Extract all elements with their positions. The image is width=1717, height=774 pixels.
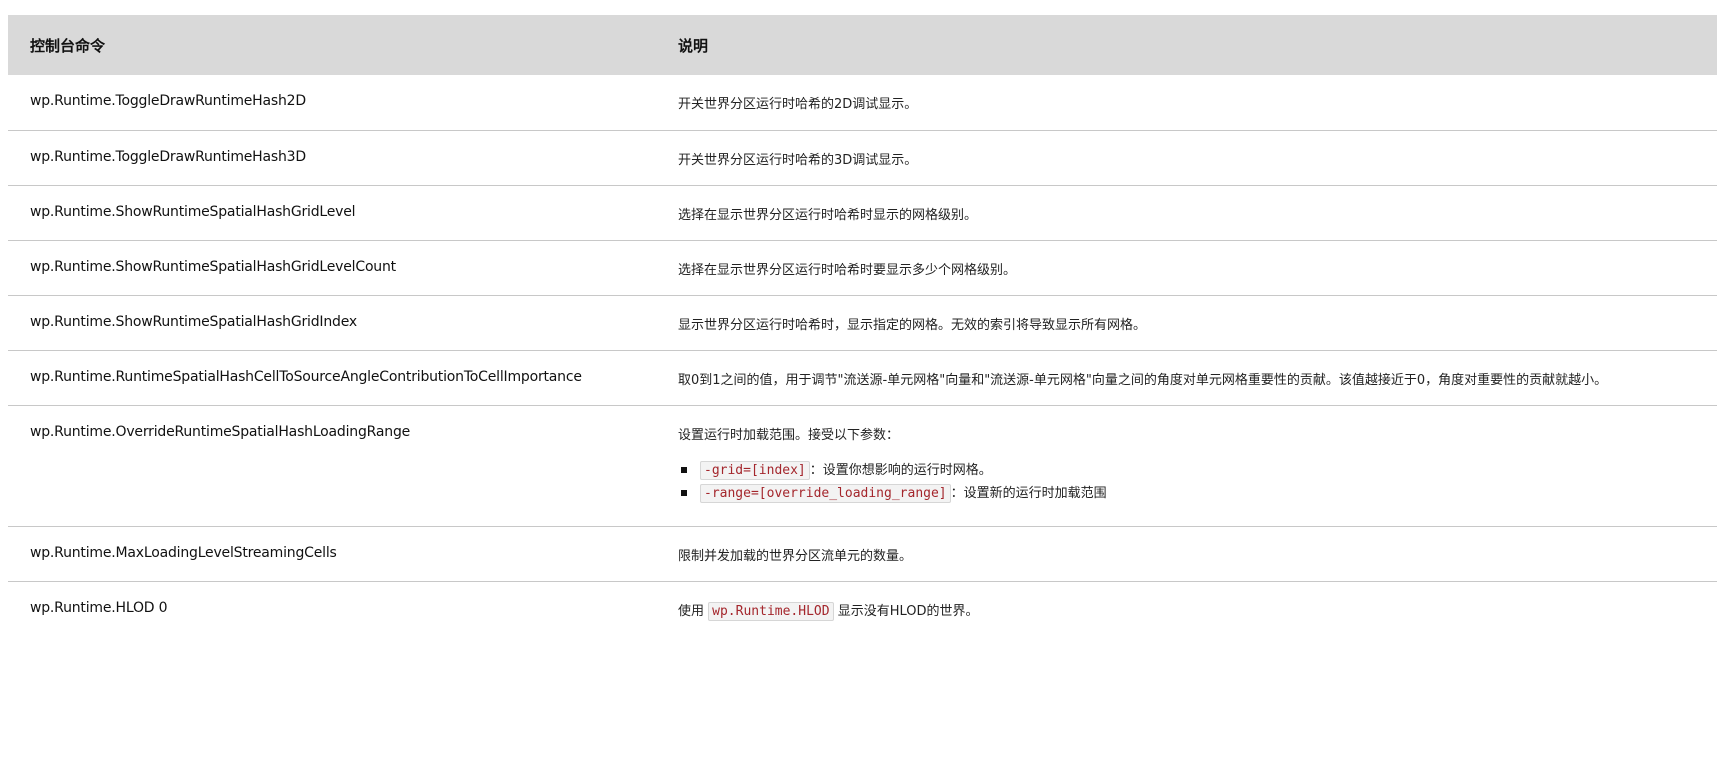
table-row: wp.Runtime.ShowRuntimeSpatialHashGridLev… (8, 240, 1717, 295)
table-row: wp.Runtime.ToggleDrawRuntimeHash2D 开关世界分… (8, 75, 1717, 130)
command-cell: wp.Runtime.OverrideRuntimeSpatialHashLoa… (30, 423, 411, 440)
command-cell: wp.Runtime.ToggleDrawRuntimeHash2D (30, 93, 306, 109)
description-cell: 限制并发加载的世界分区流单元的数量。 (678, 548, 913, 564)
inline-code: wp.Runtime.HLOD (708, 601, 834, 621)
table-row: wp.Runtime.ShowRuntimeSpatialHashGridLev… (8, 185, 1717, 240)
table-row: wp.Runtime.MaxLoadingLevelStreamingCells… (8, 526, 1717, 581)
table-row: wp.Runtime.RuntimeSpatialHashCellToSourc… (8, 350, 1717, 405)
table-row: wp.Runtime.ShowRuntimeSpatialHashGridInd… (8, 295, 1717, 350)
header-description: 说明 (678, 37, 709, 55)
table-row: wp.Runtime.OverrideRuntimeSpatialHashLoa… (8, 405, 1717, 526)
description-prefix: 使用 (678, 603, 705, 619)
square-bullet-icon (681, 489, 687, 496)
command-cell: wp.Runtime.ToggleDrawRuntimeHash3D (30, 148, 306, 165)
header-command: 控制台命令 (30, 37, 106, 55)
table-header-row: 控制台命令 说明 (8, 15, 1717, 75)
list-item: -range=[override_loading_range] ：设置新的运行时加… (678, 482, 1717, 505)
console-command-table-container: 控制台命令 说明 wp.Runtime.ToggleDrawRuntimeHas… (8, 15, 1717, 636)
description-cell: 开关世界分区运行时哈希的3D调试显示。 (678, 152, 918, 168)
description-cell: 选择在显示世界分区运行时哈希时显示的网格级别。 (678, 207, 978, 223)
description-text: 设置运行时加载范围。接受以下参数： (678, 427, 900, 443)
description-cell: 开关世界分区运行时哈希的2D调试显示。 (678, 97, 918, 112)
console-command-table: 控制台命令 说明 wp.Runtime.ToggleDrawRuntimeHas… (8, 15, 1717, 636)
description-cell: 选择在显示世界分区运行时哈希时要显示多少个网格级别。 (678, 262, 1017, 278)
command-cell: wp.Runtime.ShowRuntimeSpatialHashGridInd… (30, 313, 357, 330)
table-header: 控制台命令 说明 (8, 15, 1717, 75)
parameter-list: -grid=[index] ：设置你想影响的运行时网格。 -range=[over… (678, 459, 1717, 505)
table-row: wp.Runtime.HLOD 0 使用 wp.Runtime.HLOD 显示没… (8, 581, 1717, 636)
square-bullet-icon (681, 466, 687, 473)
param-description: ：设置新的运行时加载范围 (950, 485, 1107, 501)
command-cell: wp.Runtime.ShowRuntimeSpatialHashGridLev… (30, 203, 356, 220)
param-description: ：设置你想影响的运行时网格。 (809, 462, 992, 478)
list-item: -grid=[index] ：设置你想影响的运行时网格。 (678, 459, 1717, 482)
description-cell: 使用 wp.Runtime.HLOD 显示没有HLOD的世界。 (656, 581, 1717, 636)
command-cell: wp.Runtime.MaxLoadingLevelStreamingCells (30, 544, 337, 561)
description-cell: 显示世界分区运行时哈希时，显示指定的网格。无效的索引将导致显示所有网格。 (678, 317, 1147, 333)
table-row: wp.Runtime.ToggleDrawRuntimeHash3D 开关世界分… (8, 130, 1717, 185)
description-cell: 取0到1之间的值，用于调节"流送源-单元网格"向量和"流送源-单元网格"向量之间… (678, 372, 1608, 388)
table-body: wp.Runtime.ToggleDrawRuntimeHash2D 开关世界分… (8, 75, 1717, 636)
description-suffix: 显示没有HLOD的世界。 (837, 603, 979, 619)
command-cell: wp.Runtime.ShowRuntimeSpatialHashGridLev… (30, 258, 396, 275)
command-cell: wp.Runtime.RuntimeSpatialHashCellToSourc… (30, 368, 582, 385)
inline-code: -grid=[index] (700, 460, 810, 480)
command-cell: wp.Runtime.HLOD 0 (30, 599, 168, 616)
description-cell: 设置运行时加载范围。接受以下参数： -grid=[index] ：设置你想影响的运… (656, 405, 1717, 526)
inline-code: -range=[override_loading_range] (700, 483, 951, 503)
